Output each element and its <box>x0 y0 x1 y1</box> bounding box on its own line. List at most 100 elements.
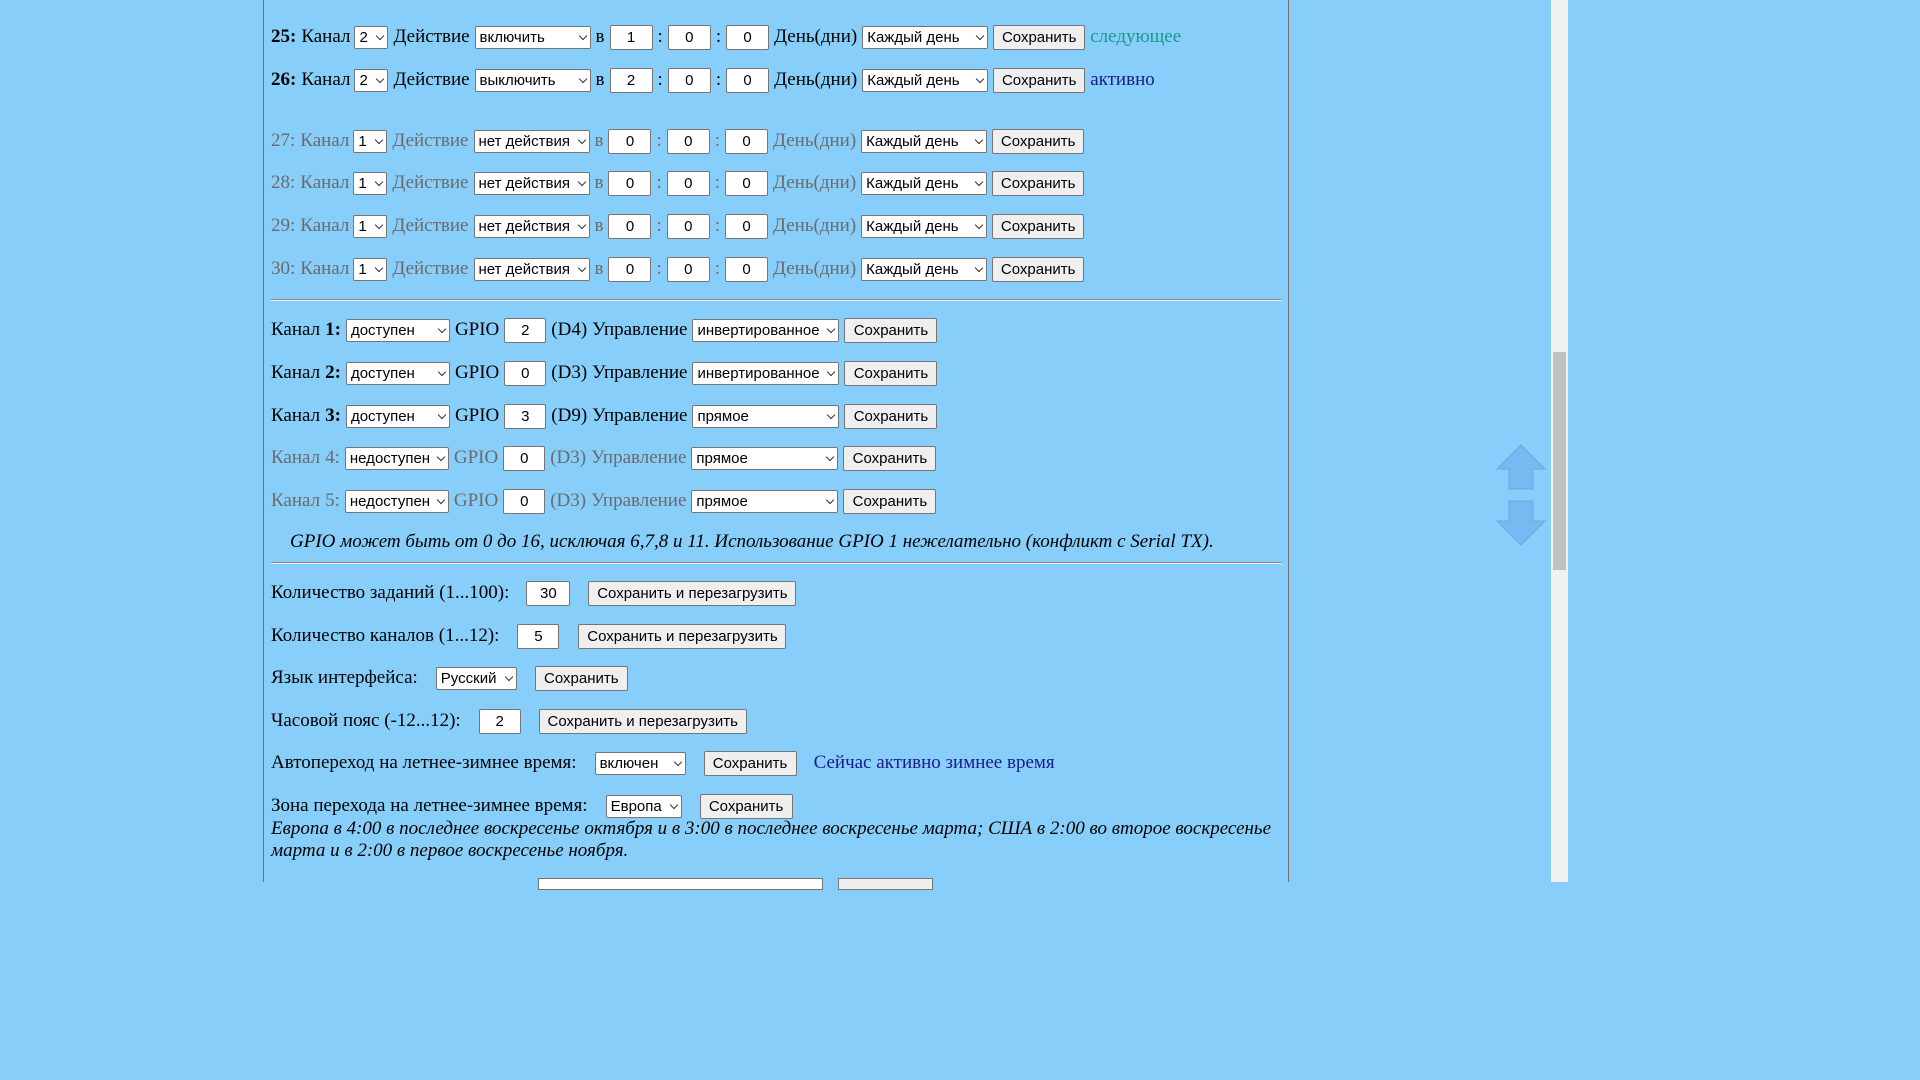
action-label: Действие <box>393 26 470 47</box>
at-label: в <box>595 69 605 90</box>
gpio-label: GPIO <box>454 319 500 340</box>
task-action-select[interactable]: включить <box>474 25 591 49</box>
save-button[interactable]: Сохранить <box>844 360 938 386</box>
control-mode-select[interactable]: инвертированное <box>692 318 840 342</box>
task-days-select[interactable]: Каждый день <box>861 171 988 195</box>
chevron-down-icon <box>673 757 682 766</box>
task-minute-input[interactable]: 0 <box>666 170 710 196</box>
task-minute-input[interactable]: 0 <box>666 256 710 282</box>
task-action-select[interactable]: нет действия <box>473 257 590 281</box>
task-hour-input[interactable]: 0 <box>608 256 652 282</box>
task-second-input[interactable]: 0 <box>725 213 769 239</box>
channel-state-select[interactable]: недоступен <box>344 446 449 470</box>
page-scrollbar[interactable] <box>1551 0 1568 882</box>
dst-auto-row: Автопереход на летнее-зимнее время: вклю… <box>271 750 1055 776</box>
task-count-input[interactable]: 30 <box>526 580 571 606</box>
gpio-input[interactable]: 3 <box>504 403 547 429</box>
task-channel-select[interactable]: 1 <box>353 129 388 153</box>
task-minute-input[interactable]: 0 <box>667 67 711 93</box>
cut-off-button[interactable] <box>838 878 933 890</box>
channel-number: 2: <box>325 362 341 383</box>
task-action-select[interactable]: выключить <box>474 68 591 92</box>
time-separator: : <box>714 130 721 151</box>
chevron-down-icon <box>974 135 984 144</box>
save-button[interactable]: Сохранить <box>844 403 938 429</box>
save-button[interactable]: Сохранить <box>534 665 628 691</box>
control-mode-select[interactable]: прямое <box>691 489 839 513</box>
task-hour-input[interactable]: 0 <box>608 170 652 196</box>
task-count-row: Количество заданий (1...100): 30 Сохрани… <box>271 580 797 606</box>
time-separator: : <box>657 69 663 90</box>
save-and-reboot-button[interactable]: Сохранить и перезагрузить <box>538 708 747 734</box>
save-button[interactable]: Сохранить <box>992 128 1085 154</box>
control-mode-select[interactable]: инвертированное <box>692 361 840 385</box>
save-button[interactable]: Сохранить <box>993 24 1086 50</box>
task-days-select[interactable]: Каждый день <box>862 25 989 49</box>
timezone-input[interactable]: 2 <box>478 708 521 734</box>
channel-state-select[interactable]: доступен <box>345 404 450 428</box>
dst-auto-select[interactable]: включен <box>594 751 686 775</box>
dst-zone-select[interactable]: Европа <box>605 794 682 818</box>
save-button[interactable]: Сохранить <box>843 445 937 471</box>
language-select[interactable]: Русский <box>435 666 517 690</box>
control-mode-select[interactable]: прямое <box>691 446 839 470</box>
gpio-input[interactable]: 0 <box>504 360 547 386</box>
save-button[interactable]: Сохранить <box>992 170 1085 196</box>
task-number: 25: <box>271 26 297 47</box>
task-days-select[interactable]: Каждый день <box>861 214 988 238</box>
channel-row: Канал 1: доступен GPIO 2 (D4) Управление инверт… <box>271 317 938 343</box>
channel-state-select[interactable]: доступен <box>345 361 450 385</box>
channel-label: Канал <box>300 215 350 236</box>
time-separator: : <box>656 130 662 151</box>
save-button[interactable]: Сохранить <box>844 317 938 343</box>
task-hour-input[interactable]: 0 <box>608 128 652 154</box>
chevron-down-icon <box>577 135 586 144</box>
task-second-input[interactable]: 0 <box>725 256 769 282</box>
save-button[interactable]: Сохранить <box>993 67 1086 93</box>
task-channel-select[interactable]: 1 <box>353 214 388 238</box>
task-second-input[interactable]: 0 <box>725 170 769 196</box>
channel-number: 5: <box>325 490 340 511</box>
task-second-input[interactable]: 0 <box>725 128 769 154</box>
channel-label: Канал <box>300 258 350 279</box>
task-minute-input[interactable]: 0 <box>666 213 710 239</box>
gpio-input[interactable]: 0 <box>503 445 546 471</box>
task-days-select[interactable]: Каждый день <box>862 68 989 92</box>
scroll-arrows-icon[interactable] <box>1495 443 1547 547</box>
task-row: 25: Канал 2 Действие включить в 1:0:0 День(дни)… <box>271 24 1181 50</box>
task-days-select[interactable]: Каждый день <box>861 257 988 281</box>
save-button[interactable]: Сохранить <box>992 256 1085 282</box>
task-channel-select[interactable]: 2 <box>354 68 389 92</box>
task-action-select[interactable]: нет действия <box>473 214 590 238</box>
cut-off-input[interactable] <box>538 878 823 890</box>
channel-count-input[interactable]: 5 <box>517 623 560 649</box>
save-and-reboot-button[interactable]: Сохранить и перезагрузить <box>578 623 787 649</box>
task-channel-select[interactable]: 2 <box>354 25 389 49</box>
task-hour-input[interactable]: 0 <box>608 213 652 239</box>
task-count-label: Количество заданий (1...100): <box>271 582 510 603</box>
channel-state-select[interactable]: недоступен <box>344 489 449 513</box>
task-action-select[interactable]: нет действия <box>473 171 590 195</box>
task-channel-select[interactable]: 1 <box>353 171 388 195</box>
save-button[interactable]: Сохранить <box>703 750 797 776</box>
task-minute-input[interactable]: 0 <box>667 24 711 50</box>
gpio-input[interactable]: 2 <box>504 317 547 343</box>
save-and-reboot-button[interactable]: Сохранить и перезагрузить <box>588 580 797 606</box>
gpio-input[interactable]: 0 <box>503 488 546 514</box>
task-minute-input[interactable]: 0 <box>666 128 710 154</box>
chevron-down-icon <box>826 452 835 461</box>
task-second-input[interactable]: 0 <box>726 67 770 93</box>
days-label: День(дни) <box>773 172 857 193</box>
task-hour-input[interactable]: 2 <box>609 67 653 93</box>
save-button[interactable]: Сохранить <box>699 793 793 819</box>
save-button[interactable]: Сохранить <box>843 488 937 514</box>
save-button[interactable]: Сохранить <box>992 213 1085 239</box>
channel-state-select[interactable]: доступен <box>345 318 450 342</box>
task-second-input[interactable]: 0 <box>726 24 770 50</box>
task-action-select[interactable]: нет действия <box>473 129 590 153</box>
scrollbar-thumb[interactable] <box>1553 352 1566 570</box>
task-hour-input[interactable]: 1 <box>609 24 653 50</box>
control-mode-select[interactable]: прямое <box>692 404 840 428</box>
task-days-select[interactable]: Каждый день <box>861 129 988 153</box>
task-channel-select[interactable]: 1 <box>353 257 388 281</box>
